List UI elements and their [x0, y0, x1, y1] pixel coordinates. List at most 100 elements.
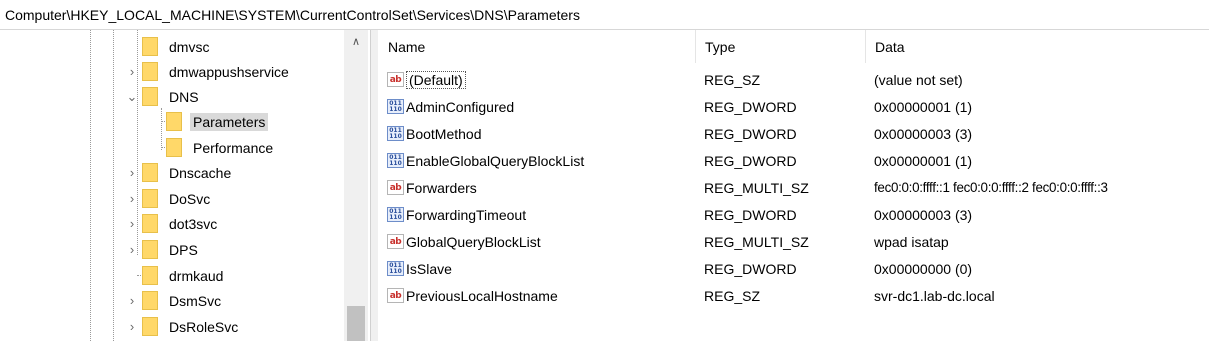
chevron-right-icon[interactable]: ›	[124, 186, 140, 211]
value-name-cell: ab (Default)	[387, 66, 466, 93]
value-type: REG_DWORD	[704, 152, 797, 169]
scroll-up-icon[interactable]: ∧	[344, 30, 368, 52]
value-name: IsSlave	[406, 260, 452, 277]
value-name-cell: 011 110 IsSlave	[387, 255, 452, 282]
tree-item-label: DNS	[169, 88, 199, 105]
value-row-default[interactable]: ab (Default) REG_SZ (value not set)	[378, 66, 1209, 93]
value-data: 0x00000001 (1)	[874, 98, 973, 115]
tree-item-performance[interactable]: Performance	[148, 135, 276, 160]
tree-item-label: Performance	[193, 139, 274, 156]
value-type: REG_SZ	[704, 287, 761, 304]
scrollbar-thumb[interactable]	[347, 306, 365, 341]
value-name-cell: 011 110 ForwardingTimeout	[387, 201, 526, 228]
folder-icon	[166, 138, 182, 157]
value-name-cell: ab GlobalQueryBlockList	[387, 228, 541, 255]
binary-value-icon: 011 110	[387, 207, 404, 222]
tree-item-parameters[interactable]: Parameters	[148, 109, 269, 134]
column-header-name[interactable]: Name	[378, 30, 695, 63]
tree-item-dot3svc[interactable]: › dot3svc	[124, 211, 220, 236]
address-bar[interactable]: Computer\HKEY_LOCAL_MACHINE\SYSTEM\Curre…	[0, 0, 1209, 30]
pane-splitter[interactable]	[370, 30, 378, 341]
value-data: 0x00000003 (3)	[874, 206, 973, 223]
tree-item-dps[interactable]: › DPS	[124, 237, 201, 262]
value-row-previouslocalhostname[interactable]: ab PreviousLocalHostname REG_SZ svr-dc1.l…	[378, 282, 1209, 309]
tree-item-label: dmwappushservice	[169, 63, 289, 80]
binary-value-icon: 011 110	[387, 99, 404, 114]
value-row-globalqueryblocklist[interactable]: ab GlobalQueryBlockList REG_MULTI_SZ wpad…	[378, 228, 1209, 255]
tree-guide-line	[113, 30, 114, 341]
value-row-bootmethod[interactable]: 011 110 BootMethod REG_DWORD 0x00000003 (3…	[378, 120, 1209, 147]
value-row-isslave[interactable]: 011 110 IsSlave REG_DWORD 0x00000000 (0)	[378, 255, 1209, 282]
value-name: Forwarders	[406, 179, 477, 196]
tree-item-drmkaud[interactable]: drmkaud	[124, 263, 226, 288]
tree-scrollbar[interactable]: ∧	[344, 30, 368, 341]
chevron-down-icon[interactable]: ⌄	[124, 84, 140, 109]
value-data: 0x00000000 (0)	[874, 260, 973, 277]
string-value-icon: ab	[387, 234, 404, 249]
binary-value-icon: 011 110	[387, 126, 404, 141]
value-name: PreviousLocalHostname	[406, 287, 558, 304]
binary-value-icon: 011 110	[387, 153, 404, 168]
value-name-cell: ab Forwarders	[387, 174, 477, 201]
tree-item-dsrolesvc[interactable]: › DsRoleSvc	[124, 314, 241, 339]
folder-icon	[142, 266, 158, 285]
tree-item-label: DsRoleSvc	[169, 318, 239, 335]
value-name-cell: 011 110 EnableGlobalQueryBlockList	[387, 147, 584, 174]
tree-guide-line	[90, 30, 91, 341]
values-list[interactable]: Name Type Data ab (Default) REG_SZ (value…	[378, 30, 1209, 341]
chevron-right-icon[interactable]: ›	[124, 59, 140, 84]
tree-item-dosvc[interactable]: › DoSvc	[124, 186, 213, 211]
folder-icon	[142, 87, 158, 106]
folder-icon	[142, 291, 158, 310]
value-type: REG_MULTI_SZ	[704, 233, 809, 250]
value-name: (Default)	[406, 70, 466, 89]
value-row-forwardingtimeout[interactable]: 011 110 ForwardingTimeout REG_DWORD 0x0000…	[378, 201, 1209, 228]
value-row-enableglobalqueryblocklist[interactable]: 011 110 EnableGlobalQueryBlockList REG_DWO…	[378, 147, 1209, 174]
expander	[148, 135, 164, 160]
chevron-right-icon[interactable]: ›	[124, 314, 140, 339]
column-header-data[interactable]: Data	[865, 30, 1209, 63]
value-data: svr-dc1.lab-dc.local	[874, 287, 995, 304]
expander[interactable]	[124, 34, 140, 59]
string-value-icon: ab	[387, 72, 404, 87]
tree-item-label: Parameters	[190, 112, 269, 131]
tree-item-dmvsc[interactable]: dmvsc	[124, 34, 212, 59]
folder-icon	[142, 37, 158, 56]
chevron-right-icon[interactable]: ›	[124, 237, 140, 262]
tree-item-label: DPS	[169, 241, 198, 258]
expander	[124, 263, 140, 288]
value-type: REG_MULTI_SZ	[704, 179, 809, 196]
tree-item-label: DsmSvc	[169, 292, 222, 309]
tree-item-dmwappushservice[interactable]: › dmwappushservice	[124, 59, 292, 84]
registry-tree[interactable]: dmvsc › dmwappushservice ⌄ DNS Parameter…	[0, 30, 370, 341]
chevron-right-icon[interactable]: ›	[124, 288, 140, 313]
folder-icon	[142, 62, 158, 81]
value-row-forwarders[interactable]: ab Forwarders REG_MULTI_SZ fec0:0:0:ffff:…	[378, 174, 1209, 201]
tree-item-dsmsvc[interactable]: › DsmSvc	[124, 288, 224, 313]
chevron-right-icon[interactable]: ›	[124, 211, 140, 236]
value-name-cell: 011 110 BootMethod	[387, 120, 482, 147]
folder-icon	[142, 317, 158, 336]
value-name-cell: ab PreviousLocalHostname	[387, 282, 558, 309]
column-header-type[interactable]: Type	[695, 30, 865, 63]
value-data: 0x00000003 (3)	[874, 125, 973, 142]
value-name: ForwardingTimeout	[406, 206, 527, 223]
value-type: REG_DWORD	[704, 206, 797, 223]
tree-item-dnscache[interactable]: › Dnscache	[124, 160, 234, 185]
tree-item-dns[interactable]: ⌄ DNS	[124, 84, 202, 109]
value-data: fec0:0:0:ffff::1 fec0:0:0:ffff::2 fec0:0…	[874, 180, 1108, 195]
string-value-icon: ab	[387, 288, 404, 303]
chevron-right-icon[interactable]: ›	[124, 160, 140, 185]
folder-icon	[142, 189, 158, 208]
tree-item-label: dmvsc	[169, 38, 210, 55]
value-type: REG_DWORD	[704, 125, 797, 142]
folder-icon	[142, 163, 158, 182]
folder-icon	[142, 240, 158, 259]
value-name: EnableGlobalQueryBlockList	[406, 152, 585, 169]
binary-value-icon: 011 110	[387, 261, 404, 276]
value-name-cell: 011 110 AdminConfigured	[387, 93, 514, 120]
tree-item-label: drmkaud	[169, 267, 224, 284]
value-row-adminconfigured[interactable]: 011 110 AdminConfigured REG_DWORD 0x000000…	[378, 93, 1209, 120]
tree-item-label: DoSvc	[169, 190, 211, 207]
value-name: GlobalQueryBlockList	[406, 233, 541, 250]
